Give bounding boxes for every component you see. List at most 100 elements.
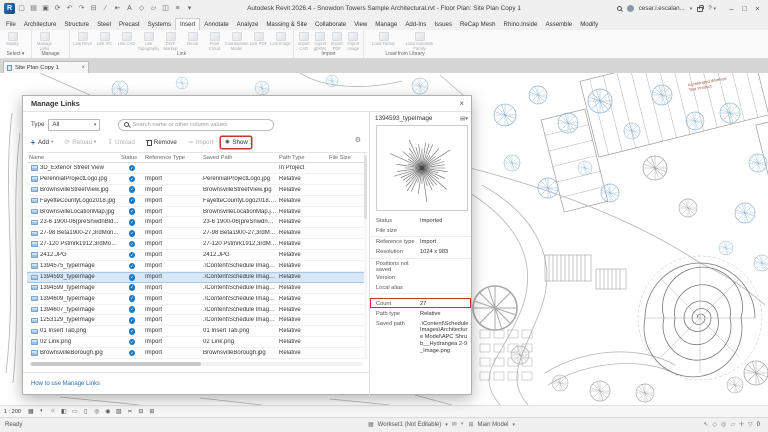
ribbon-tab[interactable]: Insert bbox=[175, 18, 200, 31]
help-link[interactable]: How to use Manage Links bbox=[31, 381, 100, 387]
toolbar-overflow-icon[interactable]: ⋮ bbox=[247, 137, 254, 145]
reload-button[interactable]: Reload ▾ bbox=[61, 137, 99, 148]
temporary-hide-isolate-icon[interactable]: ◎ bbox=[93, 408, 101, 415]
import-cad-button[interactable]: Import CAD bbox=[296, 31, 312, 51]
design-options-icon[interactable]: ⊞ bbox=[468, 421, 473, 428]
open-file-icon[interactable]: ▤ bbox=[28, 3, 39, 14]
redo-icon[interactable]: ↷ bbox=[76, 3, 87, 14]
table-row[interactable]: BrownsvilleStreetView.jpg ↙ Import Brown… bbox=[27, 185, 367, 196]
modify-button[interactable]: Modify bbox=[2, 31, 23, 51]
save-icon[interactable]: ▣ bbox=[40, 3, 51, 14]
search-input[interactable]: Search name or other column values bbox=[118, 119, 274, 131]
preview-options-icon[interactable]: ▤▾ bbox=[460, 116, 468, 122]
store-icon[interactable] bbox=[697, 7, 703, 12]
temporary-view-properties-icon[interactable]: ▧ bbox=[115, 408, 123, 415]
ribbon-tab[interactable]: Systems bbox=[144, 19, 175, 31]
table-row[interactable]: 02 Link.png ↙ Import 02 Link.png Relativ… bbox=[27, 337, 367, 348]
ribbon-tab[interactable]: Manage bbox=[371, 19, 401, 31]
table-row[interactable]: 1394599_typeImage ↙ Import .\Content\Sch… bbox=[27, 283, 367, 294]
column-header[interactable]: Reference Type bbox=[143, 155, 201, 161]
hide-analytical-model-icon[interactable]: ≍ bbox=[126, 408, 134, 415]
drag-on-selection-icon[interactable]: ✛ bbox=[739, 421, 744, 428]
type-select[interactable]: All ▾ bbox=[48, 119, 100, 131]
column-header[interactable]: Status bbox=[119, 155, 143, 161]
select-pinned-icon[interactable]: ◎ bbox=[721, 421, 726, 428]
sync-with-central-icon[interactable]: ⟳ bbox=[52, 3, 63, 14]
crop-view-icon[interactable]: ▭ bbox=[71, 408, 79, 415]
coordination-model-button[interactable]: Coordination Model bbox=[226, 31, 247, 51]
column-header[interactable]: File Size bbox=[327, 155, 367, 161]
settings-gear-icon[interactable]: ⚙ bbox=[355, 136, 361, 144]
select-links-icon[interactable]: ↖ bbox=[703, 421, 708, 428]
text-icon[interactable]: A bbox=[124, 3, 135, 14]
import-pdf-button[interactable]: Import PDF bbox=[329, 31, 345, 51]
revit-logo[interactable]: R bbox=[4, 3, 15, 14]
ribbon-tab[interactable]: Steel bbox=[93, 19, 115, 31]
dwf-markup-button[interactable]: DWF Markup bbox=[160, 31, 181, 51]
select-underlay-icon[interactable]: ◇ bbox=[713, 421, 718, 428]
table-row[interactable]: 01 Insert Tab.png ↙ Import 01 Insert Tab… bbox=[27, 326, 367, 337]
ribbon-tab[interactable]: Issues bbox=[430, 19, 456, 31]
ribbon-tab[interactable]: Architecture bbox=[20, 19, 61, 31]
ribbon-tab[interactable]: Annotate bbox=[200, 19, 232, 31]
select-by-face-icon[interactable]: ▱ bbox=[730, 421, 735, 428]
panel-label-select[interactable]: Select ▾ bbox=[0, 51, 31, 58]
column-header[interactable]: Name bbox=[27, 155, 119, 161]
aligned-dimension-icon[interactable]: ⇤ bbox=[112, 3, 123, 14]
ribbon-tab[interactable]: ReCap Mesh bbox=[456, 19, 500, 31]
shadows-icon[interactable]: ◧ bbox=[60, 408, 68, 415]
view-tab[interactable]: Site Plan Copy 1 × bbox=[3, 61, 89, 73]
ribbon-tab[interactable]: Assemble bbox=[541, 19, 576, 31]
vertical-scrollbar[interactable] bbox=[364, 153, 367, 359]
unload-button[interactable]: Unload ▾ bbox=[104, 137, 138, 148]
table-row[interactable]: BrownsvilleBorough.jpg ↙ Import Brownsvi… bbox=[27, 348, 367, 359]
design-option-select[interactable]: Main Model bbox=[477, 422, 508, 428]
ribbon-tab[interactable]: File bbox=[2, 19, 20, 31]
table-row[interactable]: 1394575_typeImage ↙ Import .\Content\Sch… bbox=[27, 261, 367, 272]
link-pdf-button[interactable]: Link PDF bbox=[248, 31, 269, 51]
table-row[interactable]: 1253129_typeImage ↙ Import .\Content\Sch… bbox=[27, 315, 367, 326]
help-button[interactable]: ? ▾ bbox=[708, 5, 716, 12]
horizontal-scrollbar[interactable] bbox=[29, 362, 363, 366]
table-row[interactable]: 1394607_typeImage ↙ Import .\Content\Sch… bbox=[27, 305, 367, 316]
manage-links-button[interactable]: Manage Links bbox=[34, 31, 55, 51]
scrollbar-thumb[interactable] bbox=[364, 155, 367, 219]
import-button[interactable]: Import ▾ bbox=[185, 137, 217, 148]
ribbon-tab[interactable]: Analyze bbox=[233, 19, 263, 31]
avatar[interactable] bbox=[627, 5, 634, 12]
point-cloud-button[interactable]: Point Cloud bbox=[204, 31, 225, 51]
column-header[interactable]: Path Type bbox=[277, 155, 327, 161]
measure-icon[interactable]: ∕ bbox=[100, 3, 111, 14]
table-row[interactable]: 1394609_typeImage ↙ Import .\Content\Sch… bbox=[27, 294, 367, 305]
restore-button[interactable]: □ bbox=[738, 4, 751, 13]
filter-icon[interactable]: ▽ bbox=[748, 421, 753, 428]
editing-requests-icon[interactable]: ✉ bbox=[452, 421, 457, 428]
link-revit-button[interactable]: Link Revit bbox=[72, 31, 93, 51]
link-ifc-button[interactable]: Link IFC bbox=[94, 31, 115, 51]
ribbon-tab[interactable]: Massing & Site bbox=[262, 19, 311, 31]
undo-icon[interactable]: ↶ bbox=[64, 3, 75, 14]
scale-button[interactable]: 1 : 200 bbox=[4, 409, 24, 415]
ribbon-tab[interactable]: Structure bbox=[60, 19, 93, 31]
show-crop-region-icon[interactable]: ▯ bbox=[82, 408, 90, 415]
dialog-close-button[interactable]: × bbox=[452, 99, 471, 108]
table-row[interactable]: 2412.JPG ↙ Import 2412.JPG Relative bbox=[27, 250, 367, 261]
ribbon-tab[interactable]: Add-Ins bbox=[401, 19, 430, 31]
visual-style-icon[interactable]: ◐ bbox=[38, 408, 46, 415]
thin-lines-icon[interactable]: ≡ bbox=[172, 3, 183, 14]
tag-icon[interactable]: ◇ bbox=[136, 3, 147, 14]
table-row[interactable]: BrownsvilleLocationMap.jpg ↙ Import Brow… bbox=[27, 207, 367, 218]
decal-button[interactable]: Decal bbox=[182, 31, 203, 51]
import-gbxml-button[interactable]: Import gbXML bbox=[313, 31, 329, 51]
reveal-hidden-elements-icon[interactable]: ◉ bbox=[104, 408, 112, 415]
import-image-button[interactable]: Import Image bbox=[346, 31, 362, 51]
search-icon[interactable] bbox=[617, 6, 622, 11]
username[interactable]: cesar.i.escalan... bbox=[639, 5, 685, 12]
link-topography-button[interactable]: Link Topography bbox=[138, 31, 159, 51]
table-row[interactable]: 1394593_typeImage ↙ Import .\Content\Sch… bbox=[27, 272, 367, 283]
table-row[interactable]: 23-6 1900-06(preSnwdnBld... ↙ Import 23-… bbox=[27, 217, 367, 228]
worksharing-display-icon[interactable]: ◐ bbox=[461, 421, 465, 428]
ribbon-customize-icon[interactable]: ▾ bbox=[184, 3, 195, 14]
ribbon-tab[interactable]: View bbox=[350, 19, 371, 31]
table-row[interactable]: 27-120 Pstmrk1912,3rdMon... ↙ Import 27-… bbox=[27, 239, 367, 250]
